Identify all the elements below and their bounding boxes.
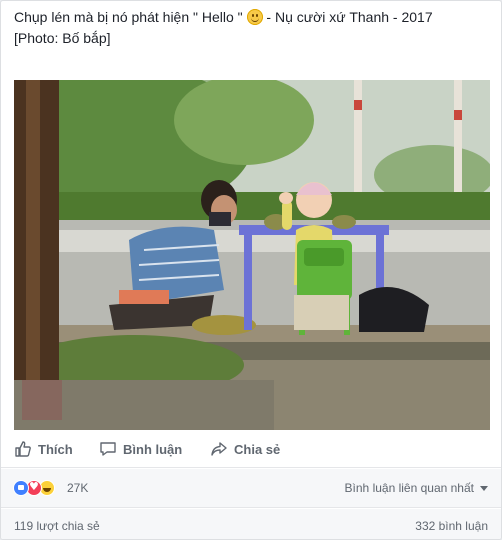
share-count[interactable]: 119 lượt chia sẻ xyxy=(14,519,100,533)
reaction-icons[interactable] xyxy=(13,480,63,496)
like-button[interactable]: Thích xyxy=(14,439,73,459)
post-stats: 119 lượt chia sẻ 332 bình luận xyxy=(1,509,501,539)
reactions-row: 27K Bình luận liên quan nhất xyxy=(1,469,501,508)
chevron-down-icon xyxy=(480,485,488,491)
comment-button[interactable]: Bình luận xyxy=(99,439,182,459)
post-photo[interactable] xyxy=(14,80,490,430)
comment-icon xyxy=(100,442,116,456)
comment-label: Bình luận xyxy=(123,441,183,457)
caption-line-2: [Photo: Bố bắp] xyxy=(14,30,111,46)
comment-count[interactable]: 332 bình luận xyxy=(415,519,488,533)
share-button[interactable]: Chia sẻ xyxy=(210,439,280,459)
post-card: Chụp lén mà bị nó phát hiện " Hello " - … xyxy=(0,0,502,540)
share-arrow-icon xyxy=(211,442,227,456)
comment-sort-label: Bình luận liên quan nhất xyxy=(344,481,474,495)
slightly-smiling-face-icon xyxy=(246,9,263,25)
photo-image xyxy=(14,80,490,430)
thumbs-up-icon xyxy=(15,441,31,457)
post-caption: Chụp lén mà bị nó phát hiện " Hello " - … xyxy=(14,7,494,49)
caption-text: Chụp lén mà bị nó phát hiện " Hello " xyxy=(14,9,243,25)
caption-line-1: Chụp lén mà bị nó phát hiện " Hello " - … xyxy=(14,7,494,28)
reaction-count[interactable]: 27K xyxy=(67,481,88,495)
like-label: Thích xyxy=(38,441,73,457)
comment-sort-dropdown[interactable]: Bình luận liên quan nhất xyxy=(345,481,488,495)
caption-suffix: - Nụ cười xứ Thanh - 2017 xyxy=(262,9,433,25)
post-actions: Thích Bình luận Chia sẻ xyxy=(1,431,501,468)
share-label: Chia sẻ xyxy=(234,441,281,457)
like-icon xyxy=(13,480,29,496)
